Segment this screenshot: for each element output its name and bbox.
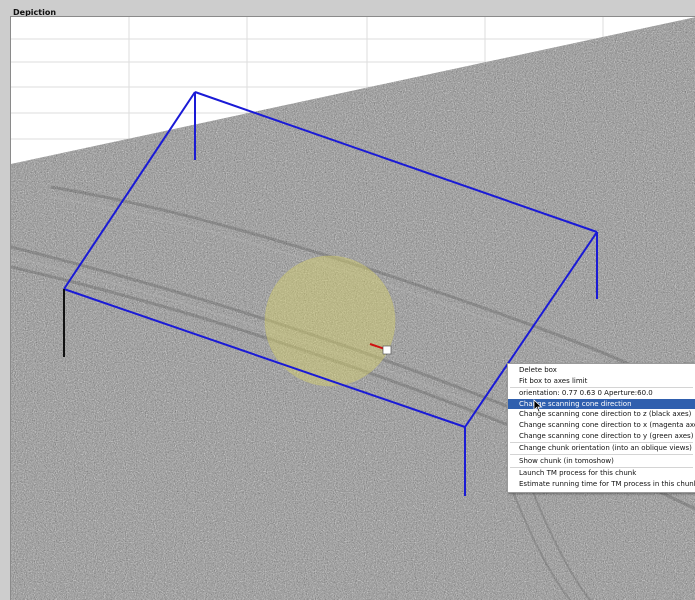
menu-item-show-chunk[interactable]: Show chunk (in tomoshow) xyxy=(508,456,695,467)
3d-viewport[interactable] xyxy=(11,17,695,600)
menu-item-cone-direction-x[interactable]: Change scanning cone direction to x (mag… xyxy=(508,420,695,431)
context-menu: Delete box Fit box to axes limit orienta… xyxy=(507,363,695,493)
menu-item-fit-box[interactable]: Fit box to axes limit xyxy=(508,376,695,387)
menu-item-delete-box[interactable]: Delete box xyxy=(508,365,695,376)
scanning-cone-sphere[interactable] xyxy=(264,255,396,387)
depiction-panel xyxy=(10,16,695,600)
menu-item-cone-direction-y[interactable]: Change scanning cone direction to y (gre… xyxy=(508,431,695,442)
menu-item-change-chunk-orientation[interactable]: Change chunk orientation (into an obliqu… xyxy=(508,443,695,454)
menu-item-orientation-info[interactable]: orientation: 0.77 0.63 0 Aperture:60.0 xyxy=(508,388,695,399)
app-window: Depiction Delete box Fit box to axes lim… xyxy=(0,0,695,600)
mouse-cursor-icon xyxy=(533,399,543,413)
menu-item-estimate-time[interactable]: Estimate running time for TM process in … xyxy=(508,479,695,490)
menu-item-launch-tm[interactable]: Launch TM process for this chunk xyxy=(508,468,695,479)
